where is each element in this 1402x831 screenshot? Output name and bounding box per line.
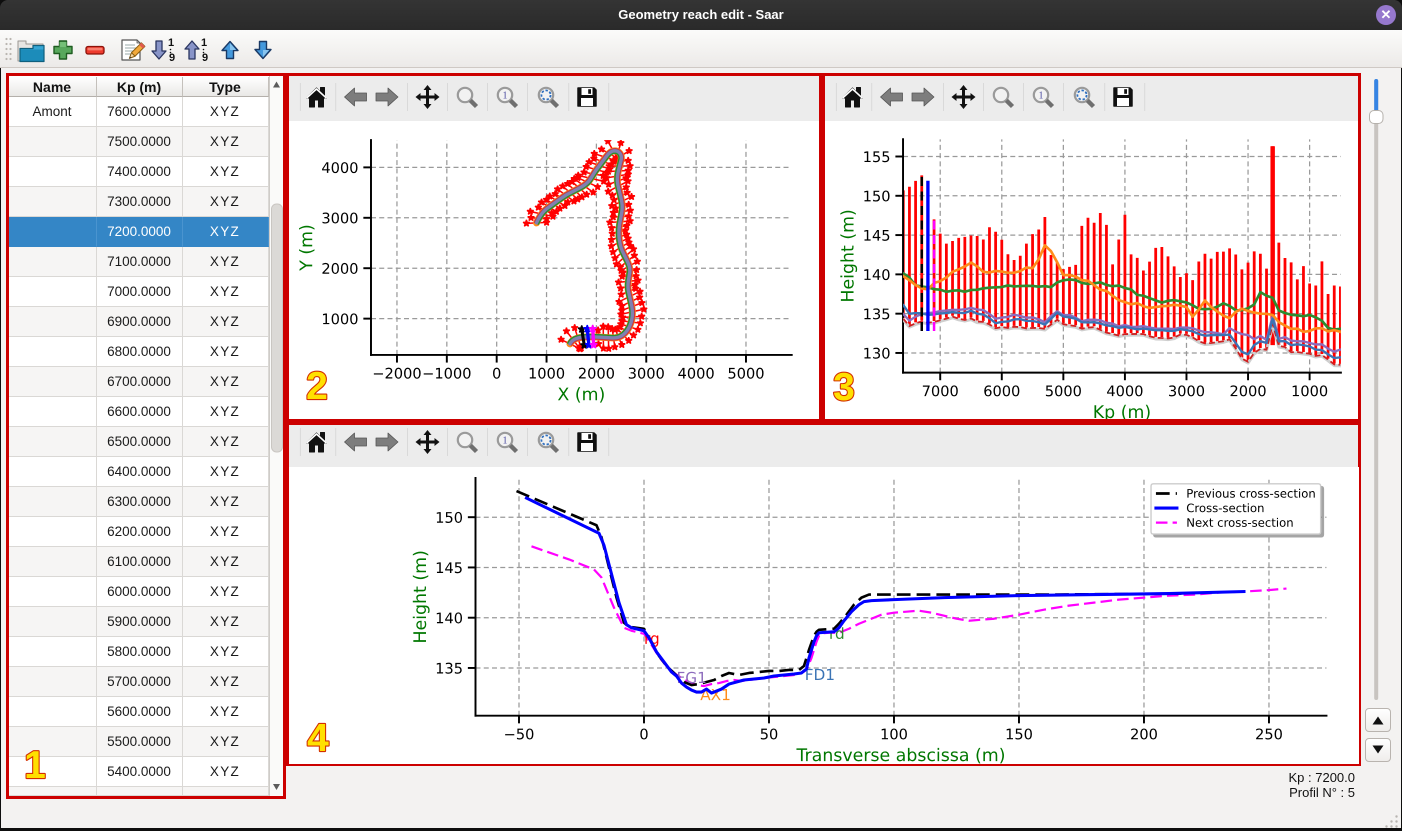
svg-text:1: 1	[502, 91, 507, 102]
svg-text:9: 9	[202, 52, 208, 64]
svg-text:1: 1	[1038, 91, 1043, 102]
svg-text:1: 1	[201, 37, 207, 49]
svg-text:9: 9	[169, 52, 175, 64]
svg-text:1: 1	[168, 37, 174, 49]
svg-text:1: 1	[502, 435, 507, 446]
